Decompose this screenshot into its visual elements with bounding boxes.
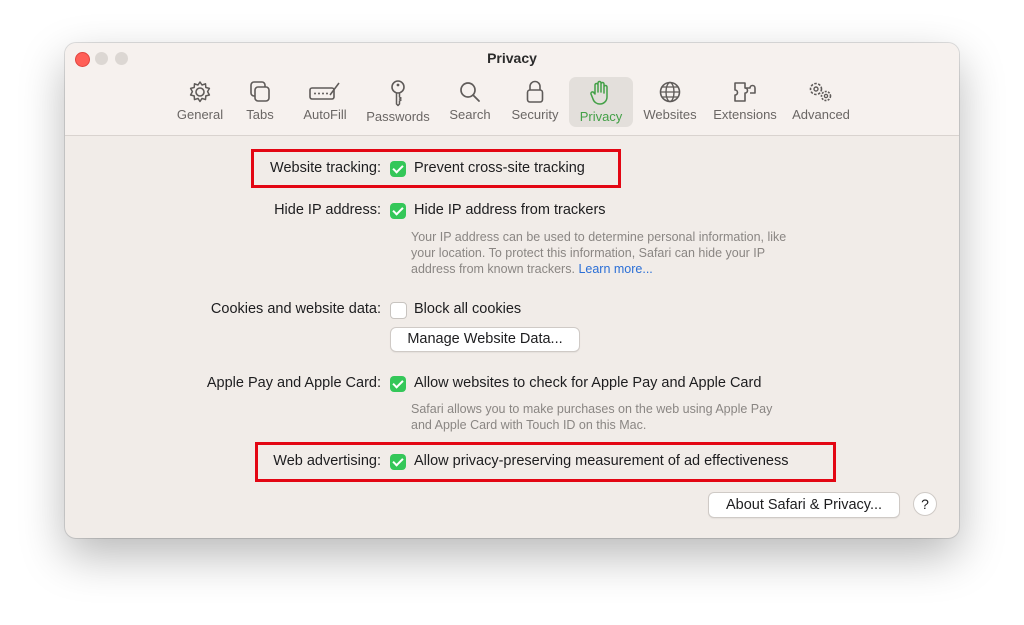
tab-label: AutoFill — [303, 107, 347, 122]
tab-security[interactable]: Security — [505, 77, 565, 127]
block-cookies-checkbox[interactable] — [390, 302, 407, 319]
tab-label: Websites — [643, 107, 697, 122]
learn-more-link[interactable]: Learn more... — [578, 262, 652, 276]
tab-tabs[interactable]: Tabs — [235, 77, 285, 127]
autofill-icon — [309, 82, 340, 100]
tab-autofill[interactable]: AutoFill — [297, 77, 353, 127]
hide-ip-checkbox[interactable] — [390, 203, 406, 219]
gear-icon — [189, 81, 211, 103]
titlebar: Privacy General Tabs AutoFill Passwords … — [65, 43, 959, 136]
desc-line: Your IP address can be used to determine… — [411, 230, 787, 244]
desc-text: address from known trackers. — [411, 262, 575, 276]
lock-icon — [526, 80, 544, 103]
tab-label: Tabs — [246, 107, 274, 122]
tab-label: Advanced — [792, 107, 850, 122]
tab-label: Extensions — [713, 107, 777, 122]
tab-label: Passwords — [366, 109, 430, 124]
apple-pay-description: Safari allows you to make purchases on t… — [411, 401, 772, 433]
cookies-label: Cookies and website data: — [210, 301, 381, 317]
globe-icon — [659, 81, 681, 103]
tab-search[interactable]: Search — [443, 77, 497, 127]
desc-line: address from known trackers. Learn more.… — [411, 261, 786, 277]
help-button[interactable]: ? — [913, 492, 937, 516]
tab-label: General — [176, 107, 224, 122]
hide-ip-option[interactable]: Hide IP address from trackers — [414, 202, 606, 218]
window-title: Privacy — [487, 50, 537, 66]
apple-pay-option[interactable]: Allow websites to check for Apple Pay an… — [414, 375, 761, 391]
tab-general[interactable]: General — [169, 77, 231, 127]
tab-passwords[interactable]: Passwords — [363, 77, 433, 127]
tab-websites[interactable]: Websites — [639, 77, 701, 127]
desc-line: and Apple Card with Touch ID on this Mac… — [411, 418, 647, 432]
puzzle-icon — [734, 82, 756, 102]
apple-pay-checkbox[interactable] — [390, 376, 406, 392]
about-safari-privacy-button[interactable]: About Safari & Privacy... — [708, 492, 900, 518]
tab-label: Privacy — [579, 109, 623, 124]
hide-ip-label: Hide IP address: — [274, 202, 381, 218]
tabs-icon — [250, 81, 270, 102]
desc-line: Safari allows you to make purchases on t… — [411, 402, 773, 416]
tab-extensions[interactable]: Extensions — [709, 77, 781, 127]
highlight-box-web-advertising — [255, 442, 836, 482]
tab-label: Security — [511, 107, 559, 122]
tab-privacy[interactable]: Privacy — [569, 77, 633, 127]
hand-icon — [590, 80, 608, 105]
hide-ip-description: Your IP address can be used to determine… — [411, 229, 786, 277]
block-cookies-option[interactable]: Block all cookies — [414, 301, 521, 317]
manage-website-data-button[interactable]: Manage Website Data... — [390, 327, 580, 352]
tab-advanced[interactable]: Advanced — [787, 77, 855, 127]
search-icon — [460, 82, 480, 102]
safari-settings-window: Privacy General Tabs AutoFill Passwords … — [65, 43, 959, 538]
tab-label: Search — [449, 107, 491, 122]
apple-pay-label: Apple Pay and Apple Card: — [206, 375, 381, 391]
gears-icon — [809, 82, 832, 102]
key-icon — [391, 80, 405, 107]
highlight-box-website-tracking — [251, 149, 621, 188]
desc-line: your location. To protect this informati… — [411, 246, 766, 260]
